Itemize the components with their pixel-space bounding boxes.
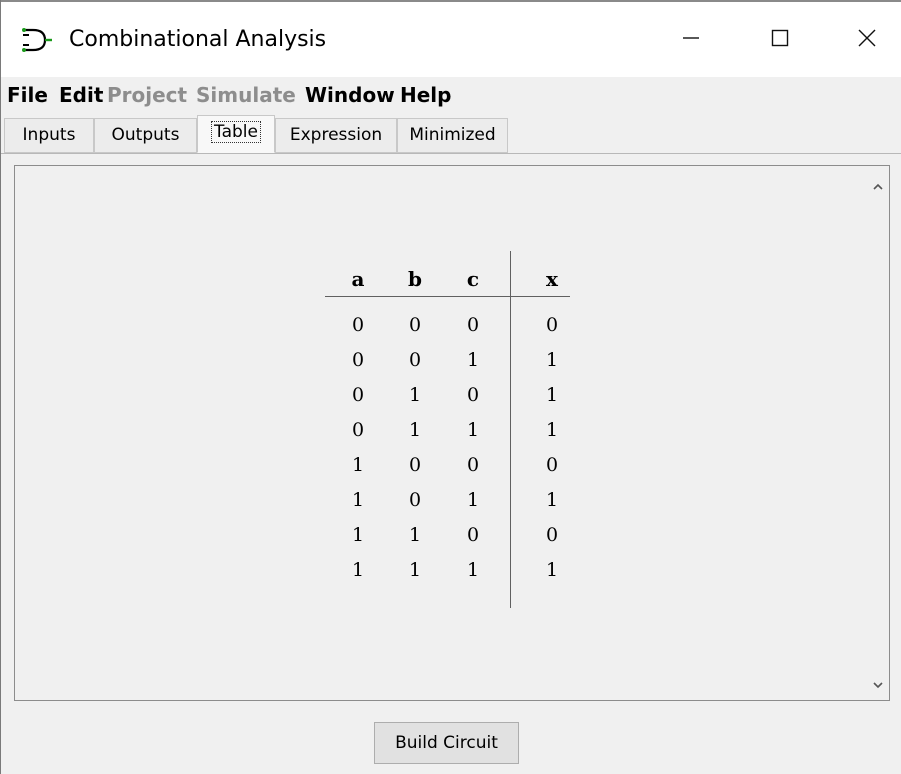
header-output-x[interactable]: x — [537, 267, 567, 291]
cell-a: 0 — [351, 419, 365, 441]
cell-x[interactable]: 0 — [537, 524, 567, 546]
cell-c: 0 — [466, 454, 480, 476]
menu-window[interactable]: Window — [305, 77, 395, 113]
cell-a: 1 — [351, 489, 365, 511]
logisim-gate-icon — [19, 24, 55, 56]
tab-divider — [1, 153, 901, 154]
header-input-c[interactable]: c — [458, 267, 488, 291]
minimize-button[interactable] — [657, 14, 725, 66]
cell-b: 0 — [408, 349, 422, 371]
cell-c: 1 — [466, 419, 480, 441]
input-output-divider — [510, 251, 511, 608]
menu-edit[interactable]: Edit — [59, 77, 103, 113]
cell-a: 0 — [351, 384, 365, 406]
title-bar: Combinational Analysis — [1, 2, 901, 77]
cell-c: 1 — [466, 349, 480, 371]
cell-a: 0 — [351, 349, 365, 371]
menu-file[interactable]: File — [7, 77, 48, 113]
tab-outputs[interactable]: Outputs — [94, 118, 197, 153]
cell-x[interactable]: 1 — [537, 489, 567, 511]
minimize-icon — [681, 28, 701, 52]
cell-a: 0 — [351, 314, 365, 336]
header-input-b[interactable]: b — [400, 267, 430, 291]
menu-project[interactable]: Project — [107, 77, 187, 113]
tab-expression[interactable]: Expression — [275, 118, 397, 153]
build-circuit-button[interactable]: Build Circuit — [374, 722, 519, 764]
tab-label: Minimized — [409, 125, 496, 145]
close-icon — [857, 28, 877, 52]
cell-c: 0 — [466, 314, 480, 336]
menu-simulate[interactable]: Simulate — [196, 77, 296, 113]
tab-inputs[interactable]: Inputs — [4, 118, 94, 153]
maximize-button[interactable] — [746, 14, 814, 66]
tab-table[interactable]: Table — [197, 115, 275, 153]
cell-x[interactable]: 1 — [537, 349, 567, 371]
cell-b: 1 — [408, 524, 422, 546]
cell-b: 1 — [408, 419, 422, 441]
tab-label: Inputs — [22, 125, 76, 145]
menu-bar: File Edit Project Simulate Window Help — [1, 77, 901, 113]
close-button[interactable] — [833, 14, 901, 66]
truth-table-panel[interactable]: a b c x 0 0 0 0 0 0 1 1 0 1 0 1 0 1 1 1 … — [14, 165, 890, 701]
menu-help[interactable]: Help — [400, 77, 451, 113]
chevron-up-icon[interactable] — [872, 178, 884, 190]
tab-minimized[interactable]: Minimized — [397, 118, 508, 153]
vertical-scrollbar[interactable] — [867, 166, 889, 700]
cell-x[interactable]: 1 — [537, 384, 567, 406]
cell-b: 1 — [408, 384, 422, 406]
cell-b: 0 — [408, 314, 422, 336]
header-input-a[interactable]: a — [343, 267, 373, 291]
tab-label: Expression — [289, 125, 383, 145]
maximize-icon — [770, 28, 790, 52]
chevron-down-icon[interactable] — [872, 676, 884, 689]
cell-c: 0 — [466, 384, 480, 406]
cell-a: 1 — [351, 559, 365, 581]
tab-label: Table — [211, 121, 261, 143]
tab-label: Outputs — [111, 125, 180, 145]
window-title: Combinational Analysis — [69, 27, 327, 52]
header-divider — [325, 296, 570, 297]
cell-c: 1 — [466, 489, 480, 511]
cell-a: 1 — [351, 454, 365, 476]
cell-c: 1 — [466, 559, 480, 581]
cell-b: 1 — [408, 559, 422, 581]
cell-x[interactable]: 0 — [537, 314, 567, 336]
cell-x[interactable]: 1 — [537, 419, 567, 441]
combinational-analysis-window: Combinational Analysis File Edit Project… — [0, 0, 901, 774]
cell-b: 0 — [408, 454, 422, 476]
cell-x[interactable]: 1 — [537, 559, 567, 581]
cell-x[interactable]: 0 — [537, 454, 567, 476]
truth-table[interactable]: a b c x 0 0 0 0 0 0 1 1 0 1 0 1 0 1 1 1 … — [325, 236, 570, 616]
cell-b: 0 — [408, 489, 422, 511]
cell-a: 1 — [351, 524, 365, 546]
cell-c: 0 — [466, 524, 480, 546]
